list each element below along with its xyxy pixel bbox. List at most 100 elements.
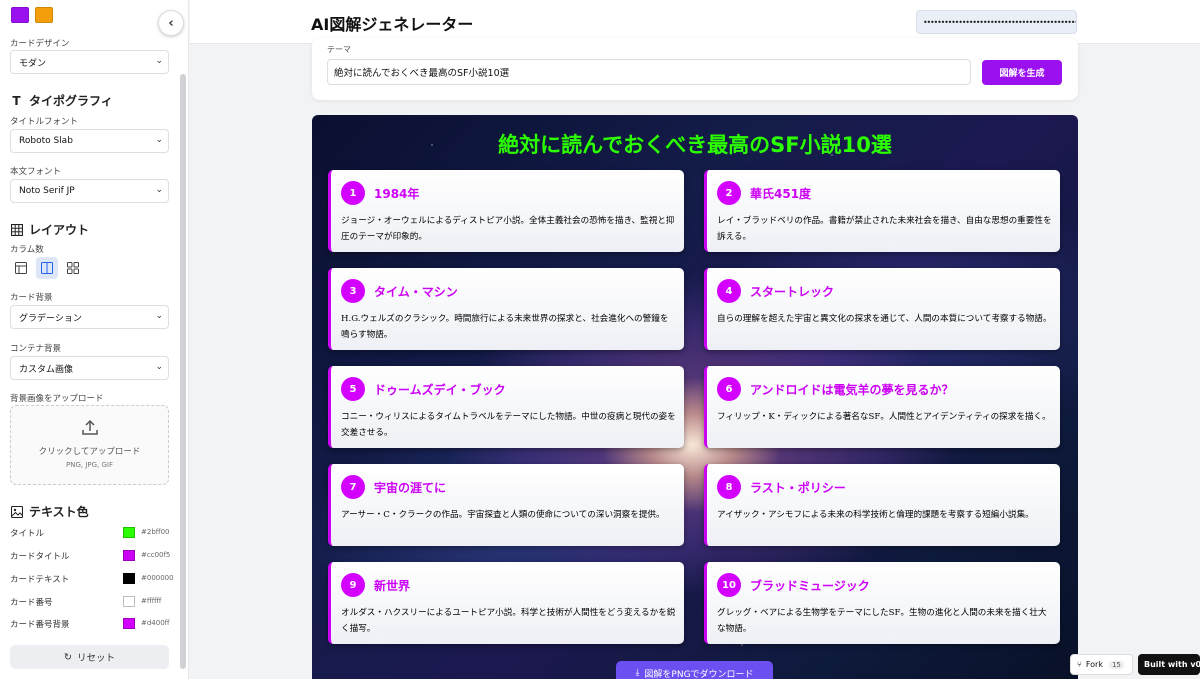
color-hex-value: #000000 — [141, 574, 174, 582]
card-title: 新世界 — [374, 579, 411, 593]
download-png-button[interactable]: ⤓ 図解をPNGでダウンロード — [616, 661, 773, 679]
body-font-select[interactable]: Noto Serif JP ⌄ — [10, 179, 169, 203]
text-color-label: カード番号 — [10, 598, 53, 608]
card-text: レイ・ブラッドベリの作品。書籍が禁止された未来社会を描き、自由な思想の重要性を訴… — [717, 216, 1052, 242]
chevron-down-icon: ⌄ — [155, 185, 163, 195]
card-text: コニー・ウィリスによるタイムトラベルをテーマにした物語。中世の疫病と現代の姿を交… — [341, 412, 676, 438]
card-number-badge: 7 — [341, 475, 365, 499]
body-font-value: Noto Serif JP — [19, 186, 75, 196]
card-title: アンドロイドは電気羊の夢を見るか？ — [750, 383, 954, 397]
chevron-down-icon: ⌄ — [155, 135, 163, 145]
upload-formats: PNG, JPG, GIF — [65, 461, 113, 469]
card-text: アーサー・C・クラークの作品。宇宙探査と人類の使命についての深い洞察を提供。 — [341, 510, 665, 520]
two-column-button[interactable] — [36, 257, 58, 279]
text-color-row: タイトル #2bff00 — [10, 527, 170, 539]
card-design-label: カードデザイン — [10, 39, 70, 49]
text-color-row: カード番号 #ffffff — [10, 596, 170, 608]
layout-grid-icon — [67, 262, 79, 274]
color-hex-value: #ffffff — [141, 597, 162, 605]
card-text: アイザック・アシモフによる未来の科学技術と倫理的課題を考察する短編小説集。 — [717, 510, 1034, 520]
color-hex-value: #2bff00 — [141, 528, 170, 536]
card-design-select[interactable]: モダン ⌄ — [10, 50, 169, 74]
container-bg-value: カスタム画像 — [19, 364, 74, 375]
infographic-card: 9 新世界オルダス・ハクスリーによるユートピア小説。科学と技術が人間性をどう変える… — [328, 562, 684, 644]
download-icon: ⤓ — [635, 668, 640, 678]
card-text: グレッグ・ベアによる生物学をテーマにしたSF。生物の進化と人間の未来を描く壮大な… — [717, 608, 1047, 634]
upload-instruction: クリックしてアップロード — [38, 447, 141, 457]
fork-button[interactable]: ⑂ Fork 15 — [1070, 654, 1133, 675]
infographic-title: 絶対に読んでおくべき最高のSF小説10選 — [498, 133, 892, 157]
text-color-label: タイトル — [10, 529, 45, 539]
card-title: ラスト・ポリシー — [750, 481, 846, 495]
text-color-label: カード番号背景 — [10, 620, 70, 630]
fork-icon: ⑂ — [1077, 660, 1082, 669]
card-number-badge: 9 — [341, 573, 365, 597]
theme-panel: テーマ 絶対に読んでおくべき最高のSF小説10選 図解を生成 — [312, 38, 1078, 100]
card-text: ジョージ・オーウェルによるディストピア小説。全体主義社会の恐怖を描き、監視と抑圧… — [341, 216, 675, 242]
upload-icon — [11, 419, 168, 439]
sidebar-scrollbar[interactable] — [180, 74, 186, 669]
infographic-card: 6 アンドロイドは電気羊の夢を見るか？ フィリップ・K・ディックによる著名なSF。人… — [704, 366, 1060, 448]
color-swatch-orange[interactable] — [35, 7, 53, 23]
color-picker-swatch[interactable] — [123, 573, 135, 584]
card-title: ドゥームズデイ・ブック — [374, 383, 506, 397]
generate-button[interactable]: 図解を生成 — [982, 60, 1062, 85]
color-hex-value: #d400ff — [141, 619, 170, 627]
container-bg-select[interactable]: カスタム画像 ⌄ — [10, 356, 169, 380]
card-title: 宇宙の涯てに — [374, 481, 447, 495]
text-color-row: カードタイトル #cc00f5 — [10, 550, 170, 562]
infographic-card: 2 華氏451度 レイ・ブラッドベリの作品。書籍が禁止された未来社会を描き、自由な思… — [704, 170, 1060, 252]
card-bg-label: カード背景 — [10, 293, 53, 303]
grid-icon — [10, 223, 23, 236]
chevron-down-icon: ⌄ — [155, 311, 163, 321]
card-bg-value: グラデーション — [19, 313, 82, 324]
card-number-badge: 10 — [717, 573, 741, 597]
card-title: スタートレック — [750, 285, 835, 299]
card-text: 自らの理解を超えた宇宙と異文化の探求を通じて、人間の本質について考察する物語。 — [717, 314, 1052, 324]
infographic-card: 3 タイム・マシン H.G.ウェルズのクラシック。時間旅行による未来世界の探求と、社… — [328, 268, 684, 350]
layout-one-column-icon — [15, 262, 27, 274]
card-design-value: モダン — [19, 58, 47, 69]
card-title: 1984年 — [374, 187, 420, 201]
top-color-swatches — [11, 7, 53, 23]
card-number-badge: 2 — [717, 181, 741, 205]
title-font-value: Roboto Slab — [19, 136, 73, 146]
card-text: フィリップ・K・ディックによる著名なSF。人間性とアイデンティティの探求を描く。 — [717, 412, 1051, 422]
infographic-card: 4 スタートレック 自らの理解を超えた宇宙と異文化の探求を通じて、人間の本質について… — [704, 268, 1060, 350]
infographic-card: 8 ラスト・ポリシー アイザック・アシモフによる未来の科学技術と倫理的課題を考察する… — [704, 464, 1060, 546]
reset-label: リセット — [76, 653, 115, 664]
card-text: H.G.ウェルズのクラシック。時間旅行による未来世界の探求と、社会進化への警鐘を… — [341, 314, 669, 340]
collapse-sidebar-button[interactable]: ‹ — [158, 10, 184, 36]
text-color-row: カードテキスト #000000 — [10, 573, 174, 585]
text-type-icon: T — [12, 93, 21, 108]
color-hex-value: #cc00f5 — [141, 551, 171, 559]
chevron-down-icon: ⌄ — [155, 56, 163, 66]
card-number-badge: 3 — [341, 279, 365, 303]
title-font-select[interactable]: Roboto Slab ⌄ — [10, 129, 169, 153]
card-number-badge: 5 — [341, 377, 365, 401]
built-with-v0-badge[interactable]: Built with v0 — [1138, 654, 1200, 675]
reset-button[interactable]: ↻ リセット — [10, 645, 169, 669]
text-color-label: カードタイトル — [10, 552, 70, 562]
background-upload-dropzone[interactable]: クリックしてアップロード PNG, JPG, GIF — [10, 405, 169, 485]
color-picker-swatch[interactable] — [123, 527, 135, 538]
theme-label: テーマ — [327, 45, 351, 54]
color-picker-swatch[interactable] — [123, 596, 135, 607]
title-font-label: タイトルフォント — [10, 117, 79, 127]
one-column-button[interactable] — [10, 257, 32, 279]
color-picker-swatch[interactable] — [123, 618, 135, 629]
columns-label: カラム数 — [10, 245, 44, 255]
column-count-buttons — [10, 257, 84, 279]
api-key-input[interactable]: ••••••••••••••••••••••••••••••••••••••••… — [916, 10, 1077, 34]
refresh-icon: ↻ — [64, 651, 72, 663]
typography-heading: T タイポグラフィ — [10, 92, 112, 109]
color-swatch-purple[interactable] — [11, 7, 29, 23]
grid-layout-button[interactable] — [62, 257, 84, 279]
infographic-card: 7 宇宙の涯てにアーサー・C・クラークの作品。宇宙探査と人類の使命についての深い洞… — [328, 464, 684, 546]
theme-input[interactable]: 絶対に読んでおくべき最高のSF小説10選 — [327, 59, 971, 85]
card-text: オルダス・ハクスリーによるユートピア小説。科学と技術が人間性をどう変えるかを鋭く… — [341, 608, 676, 634]
card-number-badge: 1 — [341, 181, 365, 205]
card-bg-select[interactable]: グラデーション ⌄ — [10, 305, 169, 329]
infographic-card: 1 1984年ジョージ・オーウェルによるディストピア小説。全体主義社会の恐怖を描き… — [328, 170, 684, 252]
color-picker-swatch[interactable] — [123, 550, 135, 561]
